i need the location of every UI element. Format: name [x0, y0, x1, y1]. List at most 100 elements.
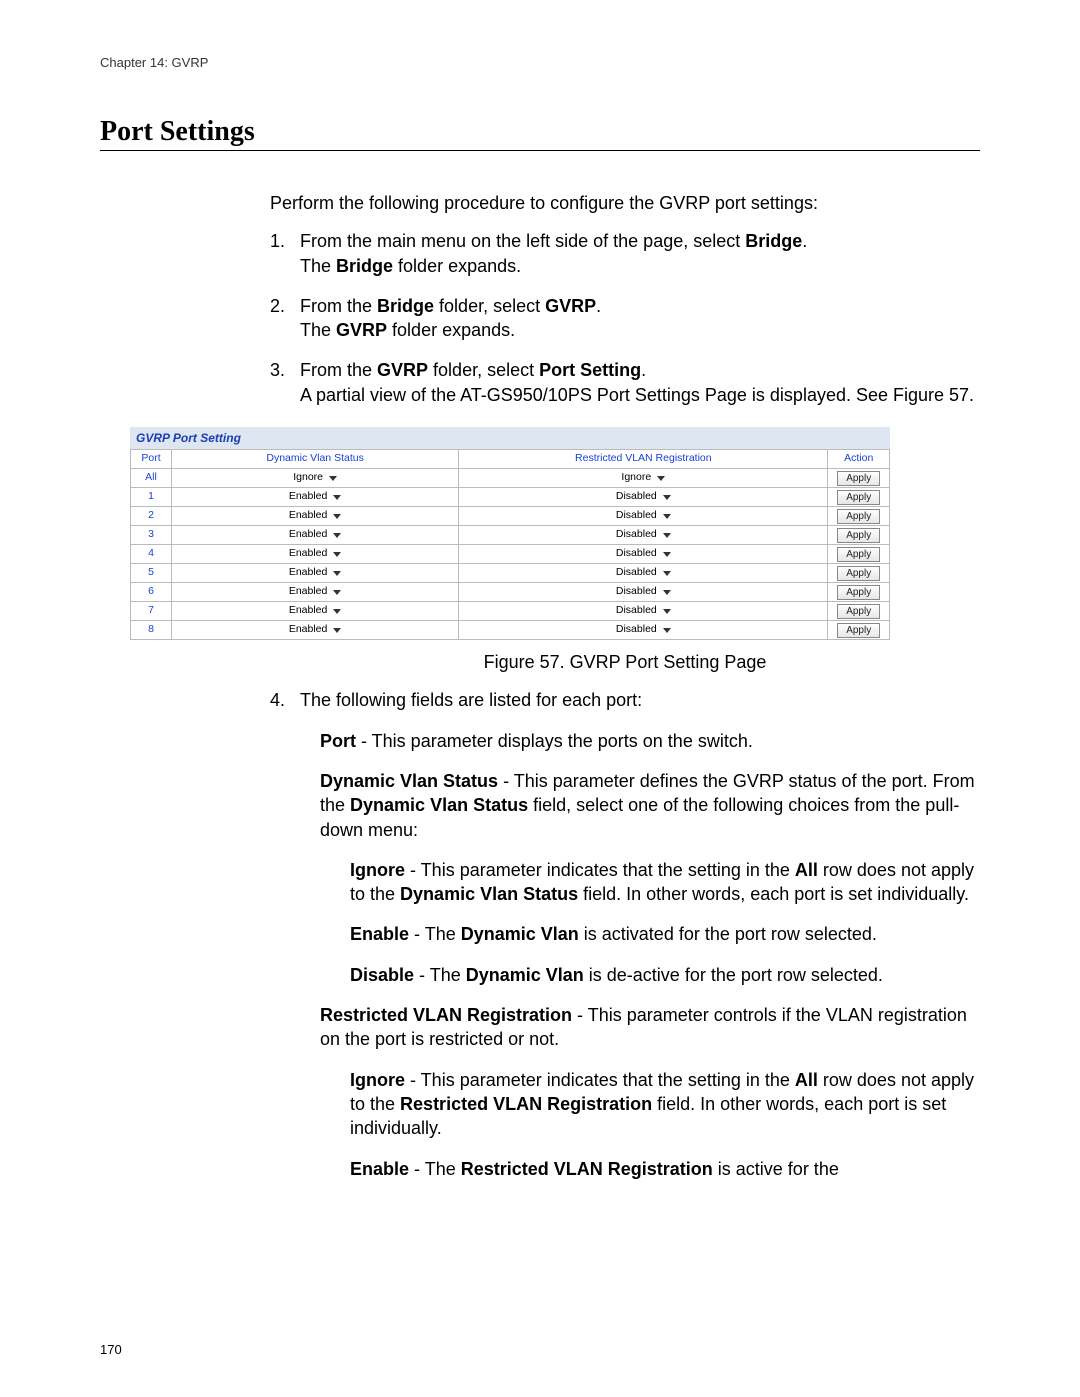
procedure-list-2: 4. The following fields are listed for e…: [270, 688, 980, 714]
chevron-down-icon: [657, 476, 665, 481]
chevron-down-icon: [329, 476, 337, 481]
cell-dvs-dropdown[interactable]: Ignore: [172, 469, 459, 488]
cell-port: 8: [131, 621, 172, 640]
apply-button[interactable]: Apply: [837, 528, 880, 543]
table-row: 8EnabledDisabled Apply: [131, 621, 890, 640]
page: Chapter 14: GVRP Port Settings Perform t…: [0, 0, 1080, 1397]
cell-dvs-dropdown[interactable]: Enabled: [172, 488, 459, 507]
cell-action: Apply: [828, 583, 890, 602]
field-rvr: Restricted VLAN Registration - This para…: [320, 1003, 980, 1052]
table-header-row: Port Dynamic Vlan Status Restricted VLAN…: [131, 450, 890, 469]
cell-action: Apply: [828, 526, 890, 545]
table-title: GVRP Port Setting: [130, 427, 890, 449]
cell-dvs-dropdown[interactable]: Enabled: [172, 621, 459, 640]
chevron-down-icon: [663, 590, 671, 595]
cell-action: Apply: [828, 621, 890, 640]
procedure-list: 1. From the main menu on the left side o…: [270, 229, 980, 409]
cell-rvr-dropdown[interactable]: Disabled: [459, 488, 828, 507]
chevron-down-icon: [333, 609, 341, 614]
field-rvr-enable: Enable - The Restricted VLAN Registratio…: [350, 1157, 980, 1181]
field-dvs-disable: Disable - The Dynamic Vlan is de-active …: [350, 963, 980, 987]
chevron-down-icon: [663, 609, 671, 614]
page-title: Port Settings: [100, 116, 980, 148]
chevron-down-icon: [663, 514, 671, 519]
cell-port: 5: [131, 564, 172, 583]
apply-button[interactable]: Apply: [837, 471, 880, 486]
apply-button[interactable]: Apply: [837, 585, 880, 600]
table-row: 4EnabledDisabled Apply: [131, 545, 890, 564]
cell-rvr-dropdown[interactable]: Ignore: [459, 469, 828, 488]
step-body: From the GVRP folder, select Port Settin…: [300, 358, 980, 409]
apply-button[interactable]: Apply: [837, 566, 880, 581]
cell-dvs-dropdown[interactable]: Enabled: [172, 564, 459, 583]
cell-rvr-dropdown[interactable]: Disabled: [459, 545, 828, 564]
body-content-2: Figure 57. GVRP Port Setting Page 4. The…: [270, 650, 980, 1181]
step-4: 4. The following fields are listed for e…: [270, 688, 980, 714]
page-number: 170: [100, 1342, 122, 1357]
chevron-down-icon: [663, 628, 671, 633]
chevron-down-icon: [333, 514, 341, 519]
chevron-down-icon: [333, 533, 341, 538]
cell-dvs-dropdown[interactable]: Enabled: [172, 602, 459, 621]
gvrp-port-table: Port Dynamic Vlan Status Restricted VLAN…: [130, 449, 890, 640]
cell-port: 7: [131, 602, 172, 621]
cell-rvr-dropdown[interactable]: Disabled: [459, 621, 828, 640]
cell-port: 3: [131, 526, 172, 545]
col-rvr: Restricted VLAN Registration: [459, 450, 828, 469]
col-action: Action: [828, 450, 890, 469]
apply-button[interactable]: Apply: [837, 604, 880, 619]
table-row: 2EnabledDisabledApply: [131, 507, 890, 526]
cell-action: Apply: [828, 602, 890, 621]
cell-action: Apply: [828, 507, 890, 526]
figure-caption: Figure 57. GVRP Port Setting Page: [270, 650, 980, 674]
step-1: 1. From the main menu on the left side o…: [270, 229, 980, 280]
chevron-down-icon: [333, 628, 341, 633]
apply-button[interactable]: Apply: [837, 547, 880, 562]
apply-button[interactable]: Apply: [837, 509, 880, 524]
cell-dvs-dropdown[interactable]: Enabled: [172, 545, 459, 564]
col-dvs: Dynamic Vlan Status: [172, 450, 459, 469]
cell-dvs-dropdown[interactable]: Enabled: [172, 526, 459, 545]
step-num: 4.: [270, 688, 300, 714]
step-num: 1.: [270, 229, 300, 280]
step-body: The following fields are listed for each…: [300, 688, 980, 714]
table-row: 7EnabledDisabled Apply: [131, 602, 890, 621]
chevron-down-icon: [663, 552, 671, 557]
apply-button[interactable]: Apply: [837, 490, 880, 505]
field-dvs-ignore: Ignore - This parameter indicates that t…: [350, 858, 980, 907]
cell-rvr-dropdown[interactable]: Disabled: [459, 526, 828, 545]
chevron-down-icon: [663, 495, 671, 500]
cell-action: Apply: [828, 545, 890, 564]
cell-dvs-dropdown[interactable]: Enabled: [172, 507, 459, 526]
cell-port: 6: [131, 583, 172, 602]
table-row: 3EnabledDisabled Apply: [131, 526, 890, 545]
chapter-label: Chapter 14: GVRP: [100, 55, 980, 70]
cell-rvr-dropdown[interactable]: Disabled: [459, 583, 828, 602]
figure-table: GVRP Port Setting Port Dynamic Vlan Stat…: [130, 427, 890, 640]
step-num: 2.: [270, 294, 300, 345]
cell-action: Apply: [828, 564, 890, 583]
cell-action: Apply: [828, 469, 890, 488]
chevron-down-icon: [333, 590, 341, 595]
step-3: 3. From the GVRP folder, select Port Set…: [270, 358, 980, 409]
field-rvr-ignore: Ignore - This parameter indicates that t…: [350, 1068, 980, 1141]
cell-rvr-dropdown[interactable]: Disabled: [459, 564, 828, 583]
table-row: 5EnabledDisabled Apply: [131, 564, 890, 583]
chevron-down-icon: [333, 552, 341, 557]
chevron-down-icon: [663, 571, 671, 576]
table-row: AllIgnoreIgnoreApply: [131, 469, 890, 488]
title-rule: [100, 150, 980, 151]
intro-text: Perform the following procedure to confi…: [270, 191, 980, 215]
chevron-down-icon: [333, 495, 341, 500]
apply-button[interactable]: Apply: [837, 623, 880, 638]
cell-rvr-dropdown[interactable]: Disabled: [459, 602, 828, 621]
body-content: Perform the following procedure to confi…: [270, 191, 980, 409]
cell-action: Apply: [828, 488, 890, 507]
field-dvs: Dynamic Vlan Status - This parameter def…: [320, 769, 980, 842]
field-port: Port - This parameter displays the ports…: [320, 729, 980, 753]
cell-dvs-dropdown[interactable]: Enabled: [172, 583, 459, 602]
col-port: Port: [131, 450, 172, 469]
table-row: 6EnabledDisabled Apply: [131, 583, 890, 602]
cell-port: 4: [131, 545, 172, 564]
cell-rvr-dropdown[interactable]: Disabled: [459, 507, 828, 526]
